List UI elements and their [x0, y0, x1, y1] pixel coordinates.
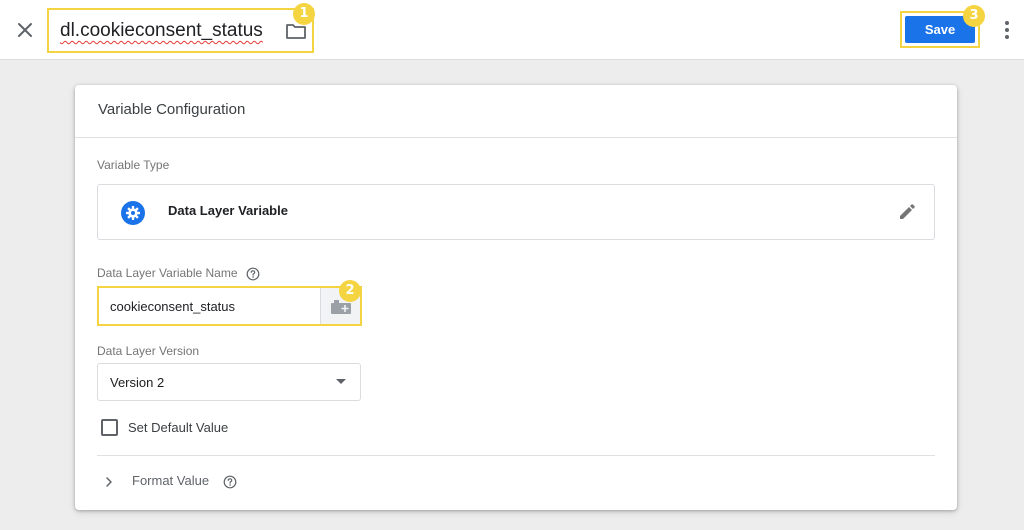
default-value-checkbox[interactable]	[101, 419, 118, 436]
dl-version-value: Version 2	[110, 375, 165, 390]
top-bar: dl.cookieconsent_status 1 Save 3	[0, 0, 1024, 60]
dropdown-arrow-icon	[336, 379, 346, 384]
dlv-name-input[interactable]	[99, 288, 320, 324]
dl-version-select[interactable]: Version 2	[97, 363, 361, 401]
variable-configuration-card: Variable Configuration Variable Type Dat…	[75, 85, 957, 510]
variable-type-selector[interactable]: Data Layer Variable	[97, 184, 935, 240]
variable-name-title[interactable]: dl.cookieconsent_status	[60, 20, 263, 42]
help-icon[interactable]	[246, 267, 260, 281]
more-vert-icon[interactable]	[996, 18, 1018, 42]
callout-badge-2: 2	[339, 280, 361, 302]
chevron-right-icon[interactable]	[103, 475, 115, 487]
section-divider	[97, 455, 935, 456]
callout-badge-1: 1	[293, 3, 315, 25]
default-value-label[interactable]: Set Default Value	[128, 420, 228, 435]
variable-name-highlight: dl.cookieconsent_status	[47, 8, 314, 53]
card-title: Variable Configuration	[98, 101, 246, 118]
format-help-icon[interactable]	[223, 475, 237, 489]
edit-pencil-icon[interactable]	[896, 201, 918, 223]
card-divider	[75, 137, 957, 138]
variable-type-name: Data Layer Variable	[168, 203, 288, 218]
variable-type-label: Variable Type	[97, 158, 170, 172]
dl-version-label: Data Layer Version	[97, 344, 200, 358]
close-icon	[18, 23, 32, 37]
gear-icon	[121, 201, 145, 225]
callout-badge-3: 3	[963, 5, 985, 27]
dlv-name-label: Data Layer Variable Name	[97, 266, 238, 280]
format-value-toggle[interactable]: Format Value	[132, 473, 209, 488]
dlv-name-highlight	[97, 286, 362, 326]
close-button[interactable]	[12, 17, 38, 43]
